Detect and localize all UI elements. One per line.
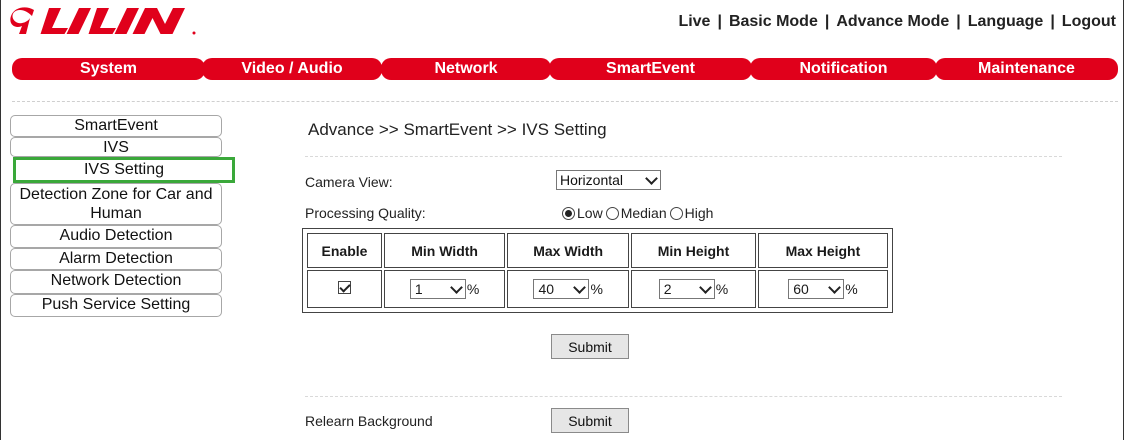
submit-button[interactable]: Submit <box>551 334 629 359</box>
unit-label: % <box>715 281 729 297</box>
nav-advance-mode-link[interactable]: Advance Mode <box>836 13 949 30</box>
unit-label: % <box>845 281 858 297</box>
min-height-cell: 2 % <box>631 270 756 308</box>
radio-low[interactable] <box>562 206 575 220</box>
relearn-submit-button[interactable]: Submit <box>551 408 629 433</box>
radio-high[interactable] <box>669 206 683 220</box>
camera-view-label: Camera View: <box>305 174 393 190</box>
lilin-logo <box>10 4 230 38</box>
unit-label: % <box>590 281 603 297</box>
nav-separator: | <box>717 13 722 30</box>
menu-tab-video-audio[interactable]: Video / Audio <box>202 58 382 80</box>
max-height-cell: 60 % <box>757 270 888 308</box>
chevron-down-icon <box>827 280 843 298</box>
relearn-background-label: Relearn Background <box>305 413 433 429</box>
sidebar-item-audio-detection[interactable]: Audio Detection <box>10 225 222 248</box>
enable-cell <box>307 270 382 308</box>
main-menu-bar: System Video / Audio Network SmartEvent … <box>12 58 1118 80</box>
min-width-select[interactable]: 1 <box>409 279 466 299</box>
processing-quality-label: Processing Quality: <box>305 205 426 221</box>
menu-tab-smartevent[interactable]: SmartEvent <box>549 58 752 80</box>
radio-median-label: Median <box>620 205 667 221</box>
processing-quality-radios: Low Median High <box>562 205 716 221</box>
sidebar-item-ivs-setting[interactable]: IVS Setting <box>13 157 235 183</box>
max-width-cell: 40 % <box>507 270 630 308</box>
breadcrumb: Advance >> SmartEvent >> IVS Setting <box>308 120 607 139</box>
nav-logout-link[interactable]: Logout <box>1062 13 1116 30</box>
sidebar-item-network-detection[interactable]: Network Detection <box>10 270 222 294</box>
sidebar-item-ivs[interactable]: IVS <box>10 137 222 157</box>
ivs-size-table: Enable Min Width Max Width Min Height Ma… <box>302 228 893 313</box>
chevron-down-icon <box>449 280 465 298</box>
sidebar: SmartEvent IVS IVS Setting Detection Zon… <box>10 115 235 317</box>
sidebar-item-smartevent[interactable]: SmartEvent <box>10 115 222 137</box>
sidebar-item-alarm-detection[interactable]: Alarm Detection <box>10 248 222 270</box>
nav-separator: | <box>824 13 830 30</box>
max-height-value: 60 <box>793 281 809 297</box>
camera-view-value: Horizontal <box>560 172 624 188</box>
header-min-height: Min Height <box>631 233 756 268</box>
radio-median[interactable] <box>605 206 619 220</box>
radio-high-label: High <box>684 205 714 221</box>
unit-label: % <box>466 281 480 297</box>
content-divider <box>305 396 1062 397</box>
header-max-width: Max Width <box>507 233 630 268</box>
menu-tab-notification[interactable]: Notification <box>750 58 937 80</box>
nav-live-link[interactable]: Live <box>678 13 710 30</box>
min-height-select[interactable]: 2 <box>658 279 715 299</box>
chevron-down-icon <box>572 280 588 298</box>
header-enable: Enable <box>307 233 382 268</box>
min-width-value: 1 <box>414 281 423 297</box>
min-height-value: 2 <box>663 281 672 297</box>
lilin-logo-graphic <box>10 7 196 35</box>
nav-language-link[interactable]: Language <box>968 13 1044 30</box>
sidebar-item-detection-zone[interactable]: Detection Zone for Car and Human <box>10 183 222 225</box>
nav-basic-mode-link[interactable]: Basic Mode <box>729 13 818 30</box>
enable-checkbox[interactable] <box>338 281 351 294</box>
header-min-width: Min Width <box>384 233 506 268</box>
top-navigation: Live | Basic Mode | Advance Mode | Language | Lo… <box>678 13 1116 31</box>
sidebar-item-push-service[interactable]: Push Service Setting <box>10 294 222 317</box>
chevron-down-icon <box>698 280 714 298</box>
content-divider <box>305 156 1062 157</box>
max-height-select[interactable]: 60 <box>788 279 845 299</box>
radio-low-label: Low <box>577 205 603 221</box>
header-divider <box>12 101 1118 102</box>
menu-tab-maintenance[interactable]: Maintenance <box>935 58 1118 80</box>
max-width-value: 40 <box>538 281 555 297</box>
nav-separator: | <box>956 13 961 30</box>
max-width-select[interactable]: 40 <box>533 279 590 299</box>
table-row: 1 % 40 % 2 % 60 % <box>307 270 888 308</box>
header-max-height: Max Height <box>757 233 888 268</box>
menu-tab-network[interactable]: Network <box>381 58 551 80</box>
menu-tab-system[interactable]: System <box>12 58 205 80</box>
min-width-cell: 1 % <box>384 270 506 308</box>
chevron-down-icon <box>644 171 660 189</box>
nav-separator: | <box>1050 13 1055 30</box>
camera-view-select[interactable]: Horizontal <box>556 170 661 190</box>
